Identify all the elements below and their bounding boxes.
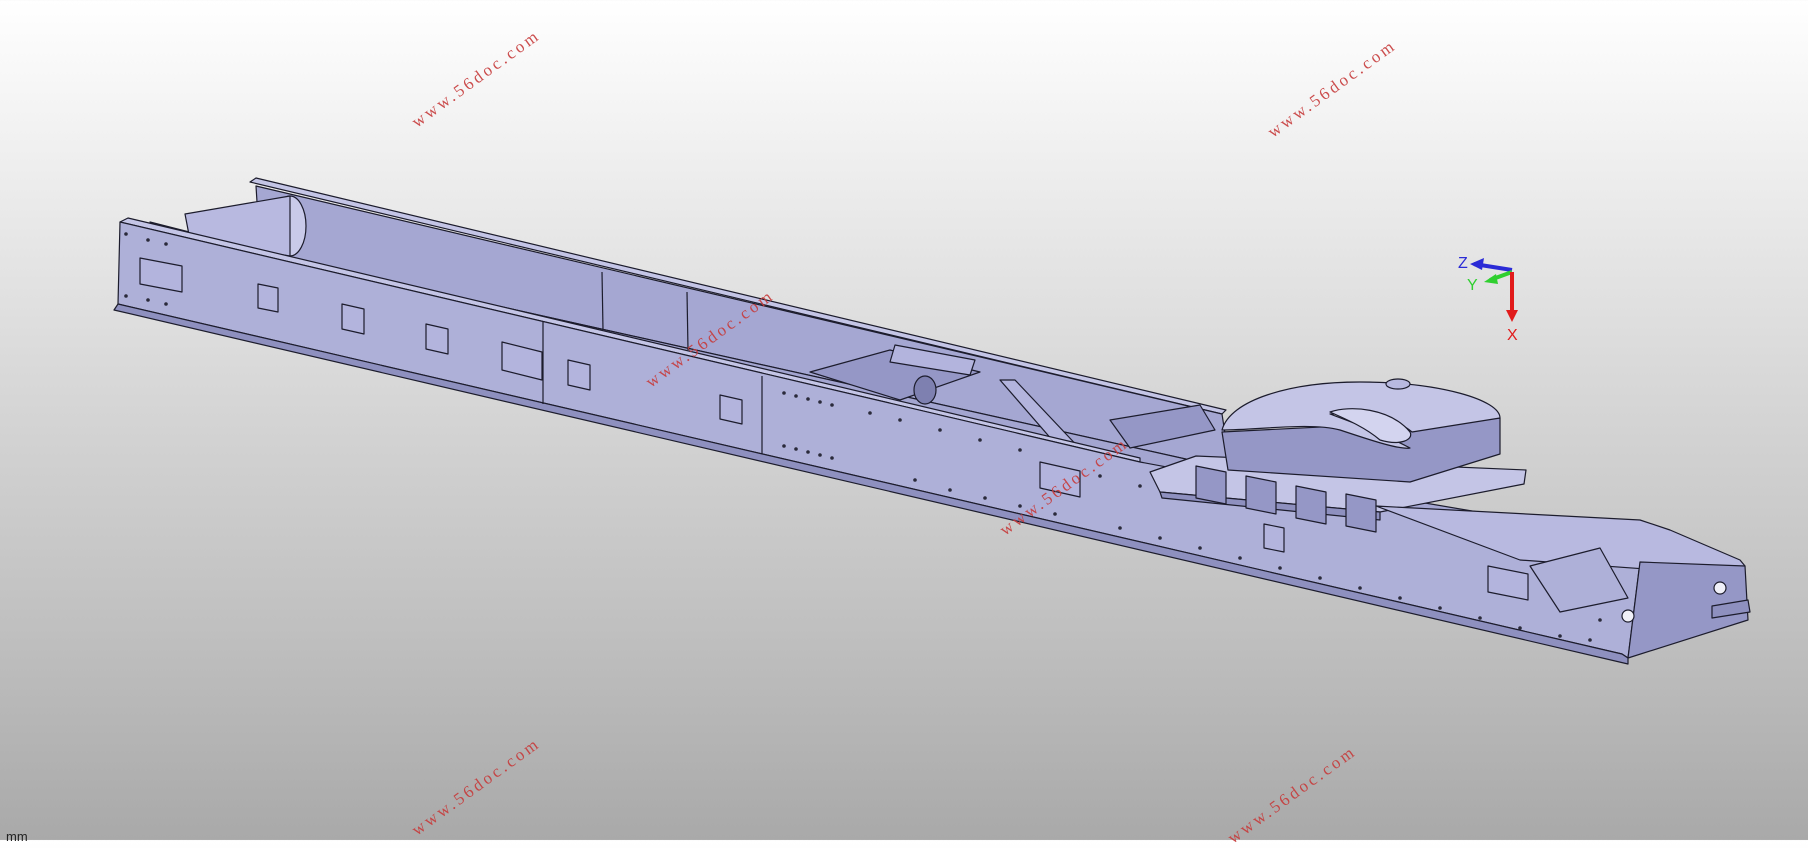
box-support-2 [1245,475,1277,515]
box-support-3 [1295,485,1327,525]
y-axis-arrowhead [1484,274,1498,284]
x-axis-label: X [1507,327,1518,344]
units-label: mm [6,829,28,844]
rear-pin-hole-1 [1621,609,1635,623]
y-axis-label: Y [1467,277,1478,294]
cutout-9 [1263,523,1285,553]
axis-compass[interactable]: Z Y X [1458,255,1518,344]
cross-member-hole [913,375,937,405]
cutout-7 [719,394,743,425]
cutout-3 [341,303,365,335]
rear-pin-hole-2 [1713,581,1727,595]
cutout-2 [257,283,279,313]
x-axis-arrowhead [1506,310,1518,322]
box-support-4 [1345,493,1377,533]
z-axis-label: Z [1458,255,1468,272]
fifth-wheel-pin [1385,378,1411,390]
frame-model[interactable] [113,177,1751,665]
box-support-1 [1195,465,1227,505]
cutout-4 [425,323,449,355]
z-axis-arrowhead [1470,258,1484,270]
3d-viewport[interactable]: Z Y X www.56doc.com www.56doc.com www.56… [0,0,1808,847]
model-canvas[interactable]: Z Y X [0,0,1808,840]
cutout-6 [567,359,591,391]
